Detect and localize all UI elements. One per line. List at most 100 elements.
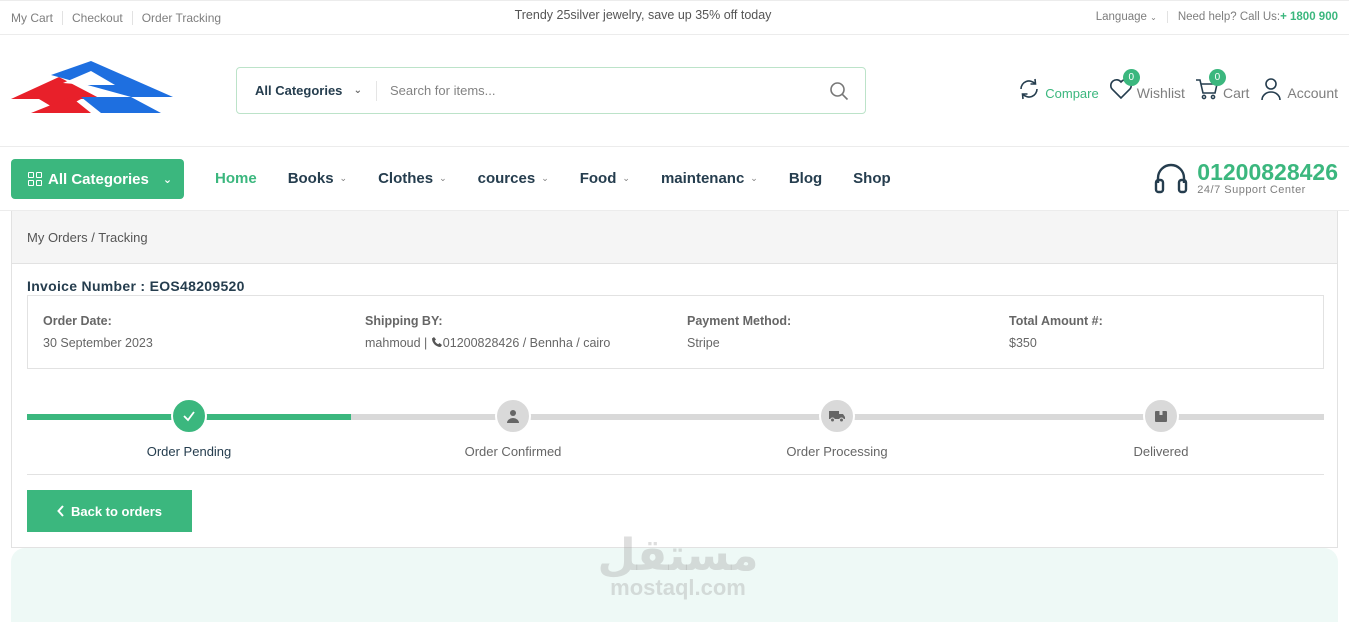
nav-item-label: Home [215, 170, 257, 187]
order-date-col: Order Date: 30 September 2023 [28, 296, 350, 368]
search-icon [830, 81, 849, 100]
wishlist-count-badge: 0 [1122, 69, 1140, 86]
compare-label: Compare [1045, 86, 1099, 101]
grid-icon [28, 172, 42, 186]
support-subtitle: 24/7 Support Center [1197, 184, 1306, 196]
cart-label: Cart [1222, 85, 1250, 101]
truck-icon [819, 398, 855, 434]
nav-item-home[interactable]: Home [215, 170, 257, 187]
chevron-down-icon: ⌄ [622, 173, 630, 183]
nav-item-books[interactable]: Books ⌄ [288, 170, 347, 187]
language-dropdown[interactable]: Language ⌄ [1096, 11, 1168, 23]
nav-menu: Home Books ⌄ Clothes ⌄ cources ⌄ Food ⌄ main… [215, 170, 922, 187]
wishlist-label: Wishlist [1136, 85, 1185, 101]
step-label: Order Confirmed [464, 444, 562, 459]
nav-item-label: Shop [853, 170, 891, 187]
chevron-left-icon [57, 505, 64, 517]
order-tracking-panel: My Orders / Tracking Invoice Number : EO… [11, 211, 1338, 548]
user-icon [495, 398, 531, 434]
wishlist-link[interactable]: 0 Wishlist [1107, 69, 1185, 103]
box-icon [1143, 398, 1179, 434]
chevron-down-icon: ⌄ [750, 173, 758, 183]
search-input[interactable] [377, 83, 813, 98]
search-category-label: All Categories [255, 83, 343, 98]
chevron-down-icon: ⌄ [339, 173, 348, 183]
promo-text: Trendy 25silver jewelry, save up 35% off… [514, 8, 772, 22]
nav-item-clothes[interactable]: Clothes ⌄ [378, 170, 447, 187]
account-label: Account [1287, 85, 1338, 101]
logo-icon[interactable] [11, 61, 173, 115]
account-link[interactable]: Account [1257, 75, 1338, 103]
shipping-label: Shipping BY: [365, 314, 443, 328]
step-label: Order Processing [786, 444, 888, 459]
total-col: Total Amount #: $350 [994, 296, 1316, 368]
order-info-box: Order Date: 30 September 2023 Shipping B… [27, 295, 1324, 369]
chevron-down-icon: ⌄ [353, 85, 362, 96]
nav-item-maintenanc[interactable]: maintenanc ⌄ [661, 170, 758, 187]
search-bar: All Categories ⌄ [236, 67, 866, 114]
support-number[interactable]: 01200828426 [1197, 160, 1338, 184]
header-actions: Compare 0 Wishlist 0 Cart Account [1015, 69, 1338, 103]
order-date-label: Order Date: [43, 314, 112, 328]
payment-col: Payment Method: Stripe [672, 296, 994, 368]
total-label: Total Amount #: [1009, 314, 1103, 328]
nav-item-cources[interactable]: cources ⌄ [478, 170, 549, 187]
breadcrumb: My Orders / Tracking [12, 211, 1337, 264]
all-categories-button[interactable]: All Categories ⌄ [11, 159, 184, 199]
main-nav: All Categories ⌄ Home Books ⌄ Clothes ⌄ co… [0, 148, 1349, 211]
watermark-arabic: مستقل [597, 530, 759, 581]
help-phone[interactable]: + 1800 900 [1280, 11, 1338, 23]
nav-item-label: Blog [788, 170, 823, 187]
nav-item-label: maintenanc [660, 170, 745, 187]
step-order-confirmed: Order Confirmed [413, 398, 613, 459]
all-categories-label: All Categories [48, 170, 149, 188]
nav-item-label: Books [287, 170, 334, 187]
phone-icon [431, 337, 442, 347]
heart-icon: 0 [1107, 69, 1140, 103]
help-text: Need help? Call Us: [1177, 11, 1281, 23]
shipping-name: mahmoud | [365, 336, 428, 350]
compare-icon [1015, 75, 1043, 103]
cart-icon: 0 [1193, 69, 1226, 103]
nav-item-label: cources [477, 170, 536, 187]
order-date-value: 30 September 2023 [43, 336, 153, 350]
step-order-processing: Order Processing [737, 398, 937, 459]
chevron-down-icon: ⌄ [541, 173, 549, 183]
shipping-phone: 01200828426 / Bennha / cairo [442, 336, 611, 350]
shipping-value: mahmoud | 01200828426 / Bennha / cairo [365, 336, 672, 350]
header: All Categories ⌄ Compare 0 Wishlist 0 [0, 35, 1349, 147]
nav-item-label: Food [579, 170, 617, 187]
shipping-col: Shipping BY: mahmoud | 01200828426 / Ben… [350, 296, 672, 368]
language-label: Language [1095, 11, 1147, 23]
support-center: 01200828426 24/7 Support Center [1153, 160, 1338, 196]
chevron-down-icon: ⌄ [439, 173, 447, 183]
nav-item-label: Clothes [378, 170, 434, 187]
nav-item-shop[interactable]: Shop [853, 170, 891, 187]
compare-link[interactable]: Compare [1015, 75, 1099, 103]
step-order-pending: Order Pending [89, 398, 289, 459]
step-label: Delivered [1133, 444, 1189, 459]
nav-item-food[interactable]: Food ⌄ [580, 170, 630, 187]
divider [27, 474, 1324, 475]
chevron-down-icon: ⌄ [1150, 13, 1157, 22]
top-right: Language ⌄ Need help? Call Us: + 1800 90… [1096, 11, 1338, 23]
step-label: Order Pending [146, 444, 232, 459]
chevron-down-icon: ⌄ [162, 173, 173, 186]
headset-icon [1155, 163, 1188, 194]
check-icon [171, 398, 207, 434]
user-icon [1257, 75, 1285, 103]
watermark: مستقل mostaql.com [593, 530, 763, 610]
top-bar: My Cart Checkout Order Tracking Trendy 2… [0, 0, 1349, 35]
cart-count-badge: 0 [1208, 69, 1226, 86]
back-to-orders-button[interactable]: Back to orders [27, 490, 192, 532]
total-value: $350 [1009, 336, 1037, 350]
search-button[interactable] [813, 81, 865, 101]
payment-value: Stripe [687, 336, 720, 350]
tracking-progress: Order Pending Order Confirmed Order Proc… [27, 398, 1324, 459]
back-to-orders-label: Back to orders [70, 503, 163, 519]
nav-item-blog[interactable]: Blog [789, 170, 822, 187]
step-delivered: Delivered [1061, 398, 1261, 459]
cart-link[interactable]: 0 Cart [1193, 69, 1250, 103]
search-category-select[interactable]: All Categories ⌄ [237, 80, 377, 101]
watermark-latin: mostaql.com [610, 575, 746, 600]
